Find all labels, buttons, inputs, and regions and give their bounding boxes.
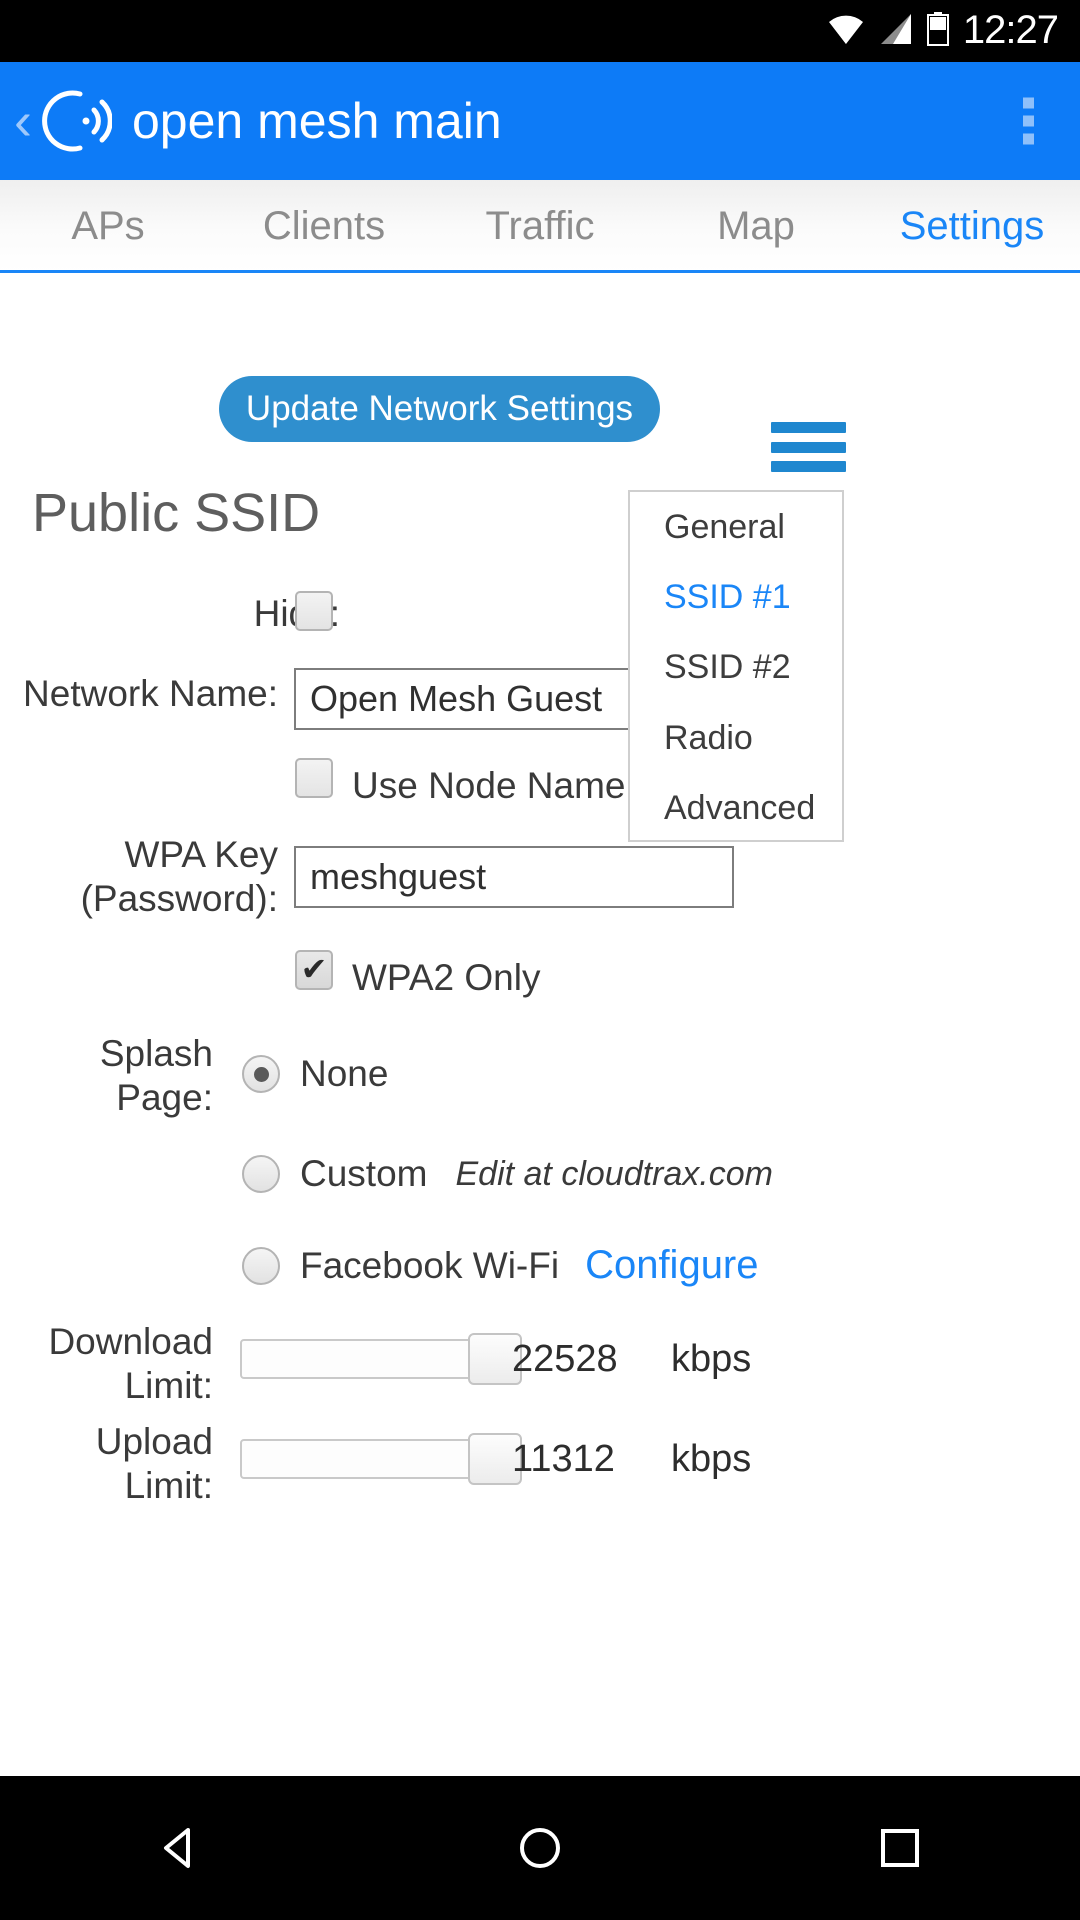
tab-indicator: [0, 270, 1080, 273]
back-chevron-icon[interactable]: ‹: [14, 94, 32, 148]
use-node-name-label: Use Node Name: [352, 765, 626, 806]
download-limit-slider[interactable]: [240, 1333, 522, 1385]
use-node-name-checkbox-box[interactable]: [295, 758, 333, 798]
hamburger-menu-icon[interactable]: [771, 422, 846, 472]
splash-custom-radio[interactable]: [242, 1155, 280, 1193]
dropdown-item-radio[interactable]: Radio: [630, 703, 842, 773]
battery-icon: [926, 11, 949, 51]
wpa-key-label-wrap: WPA Key (Password):: [0, 833, 278, 920]
app-bar-title: open mesh main: [131, 93, 502, 149]
upload-limit-value: 11312: [512, 1438, 615, 1480]
splash-option-none[interactable]: None: [242, 1053, 388, 1095]
upload-limit-unit: kbps: [671, 1438, 752, 1480]
upload-limit-label-wrap: Upload Limit:: [0, 1420, 213, 1507]
wpa-key-label-line1: WPA Key: [124, 834, 278, 875]
splash-custom-label: Custom: [300, 1153, 428, 1194]
hide-checkbox-box[interactable]: [295, 591, 333, 631]
facebook-configure-link[interactable]: Configure: [585, 1243, 758, 1288]
splash-page-label-line2: Page:: [116, 1076, 213, 1118]
radio-selected-dot-icon: [253, 1066, 269, 1082]
splash-none-label: None: [300, 1053, 389, 1094]
page-title: Public SSID: [32, 483, 321, 543]
overflow-menu-icon[interactable]: [1017, 92, 1040, 151]
dropdown-item-ssid-1[interactable]: SSID #1: [630, 562, 842, 632]
tab-traffic[interactable]: Traffic: [432, 204, 648, 249]
wpa2-only-checkbox-box[interactable]: ✔: [295, 950, 333, 990]
upload-limit-label-line1: Upload: [95, 1421, 213, 1462]
open-mesh-logo-icon: [34, 86, 112, 156]
wifi-icon: [827, 13, 865, 50]
android-nav-bar: [0, 1776, 1080, 1920]
wpa-key-label-line2: (Password):: [80, 877, 278, 919]
splash-facebook-label: Facebook Wi-Fi: [300, 1244, 560, 1286]
wpa2-only-checkbox[interactable]: ✔: [295, 950, 333, 990]
splash-custom-note: Edit at cloudtrax.com: [455, 1154, 773, 1193]
download-limit-label-line1: Download: [48, 1321, 213, 1362]
hide-checkbox[interactable]: [295, 591, 333, 631]
tab-bar: APs Clients Traffic Map Settings: [0, 180, 1080, 272]
status-bar: 12:27: [0, 0, 1080, 62]
network-name-label: Network Name:: [23, 673, 278, 714]
use-node-name-checkbox[interactable]: [295, 758, 333, 798]
upload-limit-label-line2: Limit:: [124, 1464, 213, 1506]
splash-facebook-radio[interactable]: [242, 1246, 280, 1285]
tab-aps[interactable]: APs: [0, 204, 216, 249]
network-name-label-wrap: Network Name:: [0, 672, 278, 716]
wpa2-only-label-wrap: WPA2 Only: [352, 957, 540, 999]
wpa-key-input[interactable]: [294, 846, 734, 908]
tab-map[interactable]: Map: [648, 204, 864, 249]
upload-limit-slider[interactable]: [240, 1433, 522, 1485]
splash-page-label-line1: Splash: [99, 1033, 213, 1074]
splash-option-facebook[interactable]: Facebook Wi-Fi Configure: [242, 1243, 759, 1288]
nav-back-triangle-icon[interactable]: [120, 1798, 240, 1898]
hide-row: Hide:: [0, 592, 340, 636]
dropdown-item-general[interactable]: General: [630, 492, 842, 562]
wpa2-only-label: WPA2 Only: [352, 957, 541, 998]
status-bar-clock: 12:27: [962, 7, 1059, 52]
phone-screen: 12:27 ‹ open mesh main APs Clients Traff…: [0, 0, 1080, 1920]
download-limit-label-line2: Limit:: [124, 1364, 213, 1406]
app-bar: ‹ open mesh main: [0, 62, 1080, 180]
download-limit-unit: kbps: [671, 1338, 752, 1380]
checkmark-icon: ✔: [300, 950, 328, 987]
dropdown-item-advanced[interactable]: Advanced: [630, 774, 842, 844]
splash-page-label-wrap: Splash Page:: [0, 1032, 213, 1119]
download-limit-value: 22528: [512, 1338, 618, 1380]
cellular-signal-icon: [879, 13, 913, 50]
splash-option-custom[interactable]: Custom Edit at cloudtrax.com: [242, 1153, 773, 1195]
settings-section-dropdown: General SSID #1 SSID #2 Radio Advanced: [628, 490, 844, 842]
tab-settings[interactable]: Settings: [864, 204, 1080, 249]
download-limit-label-wrap: Download Limit:: [0, 1320, 213, 1407]
dropdown-item-ssid-2[interactable]: SSID #2: [630, 633, 842, 703]
use-node-name-label-wrap: Use Node Name: [352, 765, 626, 807]
status-icons: [827, 11, 949, 51]
nav-recents-square-icon[interactable]: [840, 1798, 960, 1898]
nav-home-circle-icon[interactable]: [480, 1798, 600, 1898]
splash-none-radio[interactable]: [242, 1055, 280, 1093]
tab-clients[interactable]: Clients: [216, 204, 432, 249]
update-network-settings-button[interactable]: Update Network Settings: [219, 376, 660, 442]
